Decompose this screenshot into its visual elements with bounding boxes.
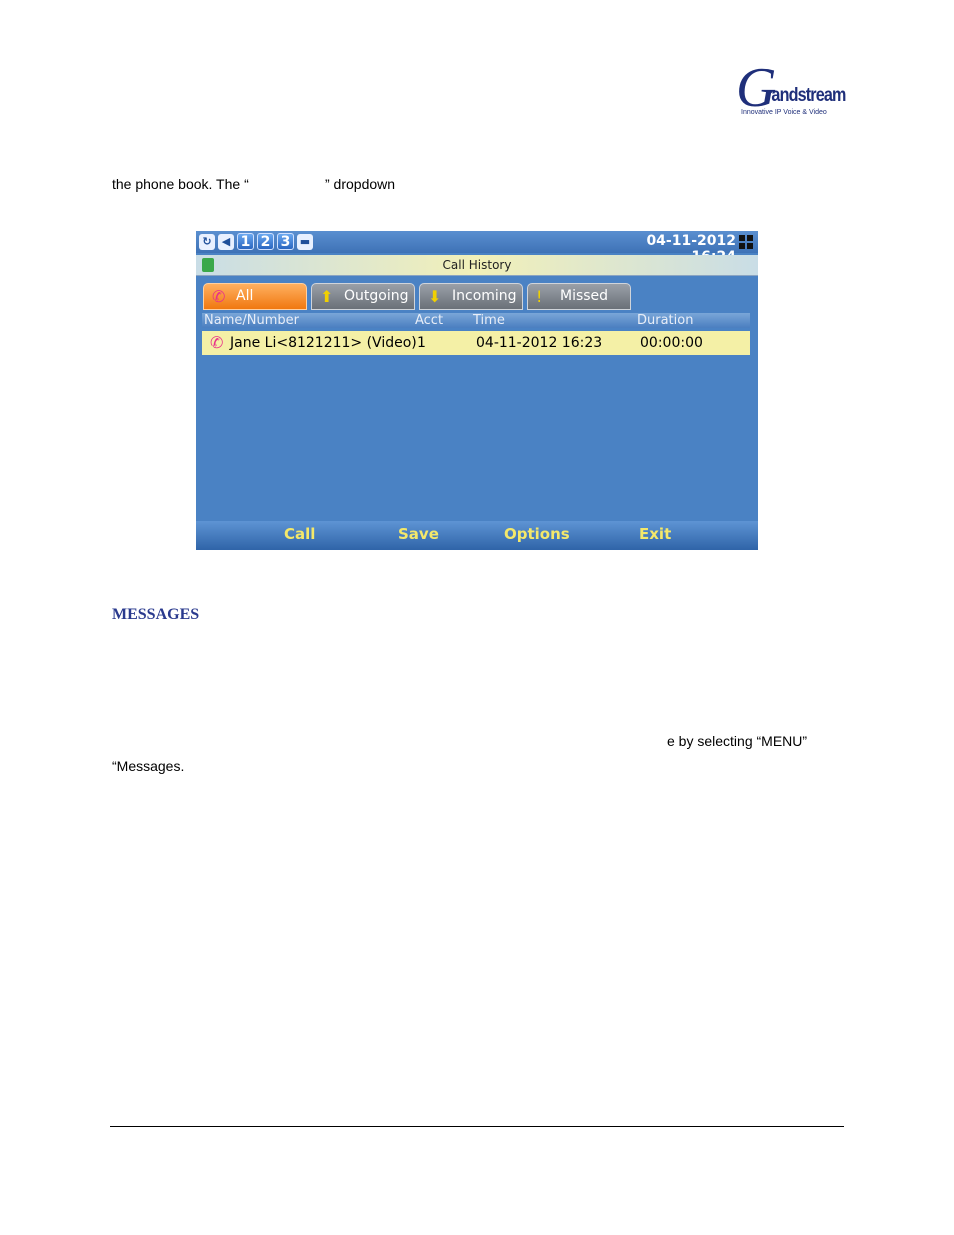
call-log-phone-icon: ✆ xyxy=(210,333,224,352)
row-duration: 00:00:00 xyxy=(640,335,703,351)
account-3-indicator: 3 xyxy=(277,233,294,250)
logo-tagline: Innovative IP Voice & Video xyxy=(741,109,827,116)
softkey-bar xyxy=(196,521,758,550)
softkey-save[interactable]: Save xyxy=(398,525,439,543)
grandstream-logo: G randstream Innovative IP Voice & Video xyxy=(736,60,846,122)
column-duration: Duration xyxy=(637,313,694,328)
doc-text-line2: e by selecting “MENU” xyxy=(667,733,808,749)
doc-text-line1-end: ” dropdown xyxy=(325,176,396,192)
sync-icon: ↻ xyxy=(199,234,215,250)
row-acct: 1 xyxy=(417,335,426,351)
tab-all[interactable]: ✆ All xyxy=(203,283,307,310)
column-time: Time xyxy=(473,313,505,328)
softkey-options[interactable]: Options xyxy=(504,525,570,543)
folder-icon: ▬ xyxy=(297,234,313,250)
title-bar: Call History xyxy=(196,255,758,276)
phone-icon: ✆ xyxy=(212,287,226,306)
screen-title: Call History xyxy=(442,258,512,272)
grid-icon xyxy=(739,235,753,249)
tab-outgoing-label: Outgoing xyxy=(344,288,409,304)
row-name: Jane Li<8121211> (Video) xyxy=(230,335,417,351)
tab-incoming[interactable]: ⬇ Incoming xyxy=(419,283,523,310)
softkey-exit[interactable]: Exit xyxy=(639,525,671,543)
tab-incoming-label: Incoming xyxy=(452,288,517,304)
doc-text-line3: “Messages. xyxy=(112,758,185,774)
row-time: 04-11-2012 16:23 xyxy=(476,335,603,351)
column-acct: Acct xyxy=(415,313,444,328)
account-2-indicator: 2 xyxy=(257,233,274,250)
outgoing-call-icon: ⬆ xyxy=(320,287,334,306)
volume-icon: ◀ xyxy=(218,234,234,250)
tab-outgoing[interactable]: ⬆ Outgoing xyxy=(311,283,415,310)
footer-divider xyxy=(110,1126,844,1127)
call-history-screenshot: ↻ ◀ 1 2 3 ▬ 04-11-2012 16:24 Call Histor… xyxy=(196,231,758,550)
incoming-call-icon: ⬇ xyxy=(428,287,442,306)
missed-call-icon: ! xyxy=(536,287,543,306)
section-heading: MESSAGES xyxy=(112,606,200,623)
softkey-call[interactable]: Call xyxy=(284,525,315,543)
tab-missed-label: Missed xyxy=(560,288,609,304)
logo-wordmark: randstream xyxy=(766,85,846,106)
doc-text-line1-start: the phone book. The “ xyxy=(112,176,249,192)
column-name-number: Name/Number xyxy=(204,313,299,328)
account-1-indicator: 1 xyxy=(237,233,254,250)
tab-missed[interactable]: ! Missed xyxy=(527,283,631,310)
tab-all-label: All xyxy=(236,288,254,304)
